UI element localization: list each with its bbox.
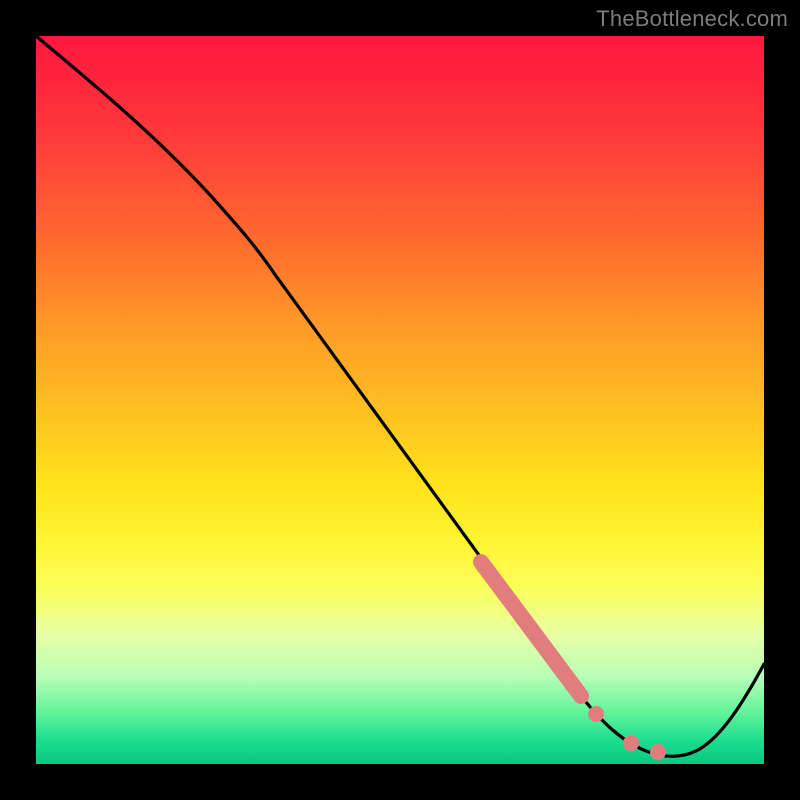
- plot-area: [36, 36, 764, 764]
- chart-frame: TheBottleneck.com: [0, 0, 800, 800]
- highlight-segment: [481, 562, 581, 696]
- highlight-dot: [588, 706, 604, 722]
- bottleneck-curve: [36, 36, 764, 756]
- plot-svg: [36, 36, 764, 764]
- highlight-dot: [623, 735, 639, 751]
- highlight-dot: [650, 744, 666, 760]
- watermark-text: TheBottleneck.com: [596, 6, 788, 32]
